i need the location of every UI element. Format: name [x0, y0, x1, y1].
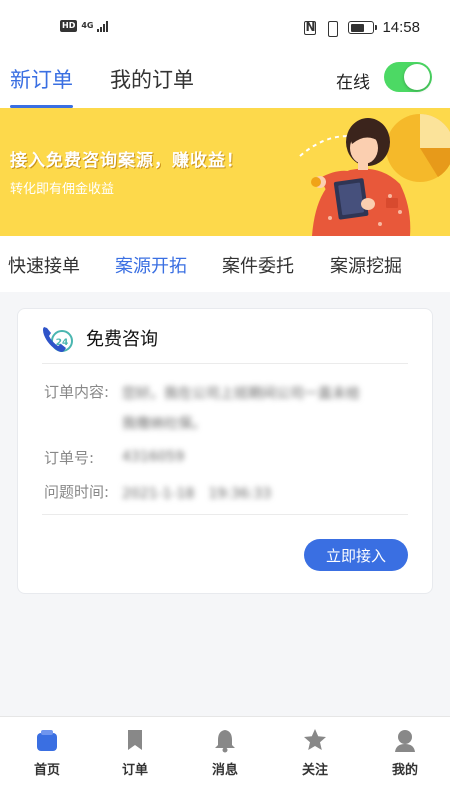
nav-home[interactable]: 首页	[17, 727, 77, 778]
battery-icon	[348, 21, 378, 34]
user-icon	[395, 730, 415, 752]
promo-banner[interactable]: 接入免费咨询案源，赚收益！ 转化即有佣金收益	[0, 108, 450, 236]
bell-icon	[215, 730, 235, 753]
tab-quick-accept[interactable]: 快速接单	[8, 252, 80, 278]
nav-messages-label: 消息	[211, 763, 238, 778]
header: 新订单 我的订单 在线	[0, 58, 450, 108]
tab-my-orders[interactable]: 我的订单	[110, 64, 194, 104]
tab-case-mining[interactable]: 案源挖掘	[330, 252, 402, 278]
order-no-value: 4316059	[122, 449, 185, 465]
phone-24-icon: 24	[43, 327, 73, 352]
home-icon	[37, 730, 57, 751]
bookmark-icon	[128, 730, 142, 750]
time-value: 2021-1-18 19:36:33	[122, 486, 272, 502]
nav-orders-label: 订单	[121, 763, 148, 778]
nav-profile-label: 我的	[391, 763, 418, 778]
content-value-line1: 您好。我在公司上班期间公司一直未给	[122, 386, 360, 402]
card-title: 免费咨询	[86, 329, 158, 350]
star-icon	[304, 729, 326, 750]
card-divider-bottom	[42, 514, 408, 515]
status-right: N 14:58	[304, 19, 420, 37]
banner-illustration	[299, 114, 450, 236]
tab-new-orders[interactable]: 新订单	[10, 64, 73, 108]
network-type: 4G	[81, 21, 94, 30]
time-label: 问题时间:	[44, 483, 110, 501]
vibrate-icon	[324, 20, 340, 37]
nav-home-label: 首页	[33, 763, 60, 778]
status-bar: HD 4G N 14:58	[0, 0, 450, 58]
banner-subtext: 转化即有佣金收益	[10, 182, 115, 197]
card-divider-top	[42, 363, 408, 364]
nav-follow-label: 关注	[301, 763, 328, 778]
card-header: 24 免费咨询	[40, 321, 158, 355]
nfc-icon: N	[304, 19, 317, 35]
content-value-line2: 我缴纳社保。	[122, 416, 206, 432]
nav-follow[interactable]: 关注	[285, 727, 345, 778]
tab-case-delegation[interactable]: 案件委托	[222, 252, 294, 278]
status-left: HD 4G	[60, 20, 109, 32]
hd-icon: HD	[60, 20, 78, 32]
online-toggle[interactable]	[384, 62, 432, 92]
clock: 14:58	[382, 19, 420, 36]
accept-now-button[interactable]: 立即接入	[304, 539, 408, 571]
order-no-label: 订单号:	[44, 449, 95, 467]
toggle-knob	[404, 64, 430, 90]
bottom-nav: 首页 订单 消息 关注 我的	[0, 716, 450, 800]
nav-messages[interactable]: 消息	[195, 727, 255, 778]
tab-case-sourcing[interactable]: 案源开拓	[115, 252, 187, 278]
nav-profile[interactable]: 我的	[375, 727, 435, 778]
content-label: 订单内容:	[44, 383, 110, 401]
online-label: 在线	[336, 73, 370, 93]
banner-headline: 接入免费咨询案源，赚收益！	[10, 151, 244, 171]
nav-orders[interactable]: 订单	[105, 727, 165, 778]
order-card: 24 免费咨询 订单内容: 您好。我在公司上班期间公司一直未给 我缴纳社保。 订…	[17, 308, 433, 594]
category-tabs: 快速接单 案源开拓 案件委托 案源挖掘	[0, 236, 450, 292]
signal-icon	[97, 20, 109, 32]
